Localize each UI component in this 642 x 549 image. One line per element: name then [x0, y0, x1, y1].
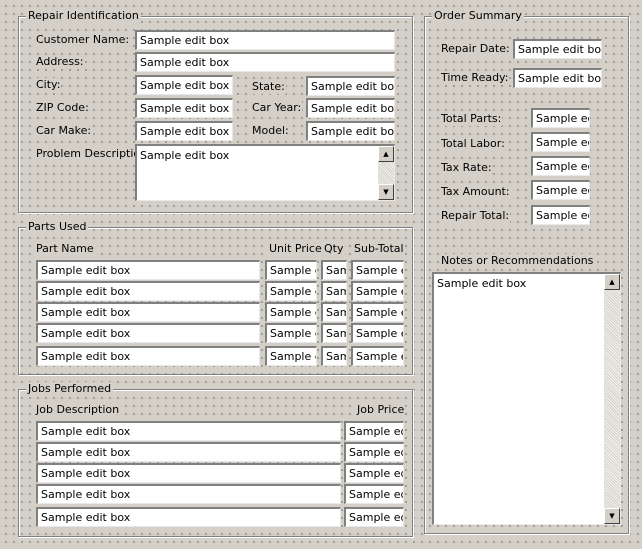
model-label: Model: — [251, 124, 290, 138]
total-parts-label: Total Parts: — [440, 112, 503, 126]
job-price-field[interactable]: Sample edit box — [344, 484, 404, 504]
tax-rate-field[interactable]: Sample edit box — [531, 156, 590, 176]
qty-field[interactable]: Sample edit box — [321, 260, 347, 280]
repair-total-field[interactable]: Sample edit box — [531, 205, 590, 225]
part-name-field[interactable]: Sample edit box — [36, 323, 260, 343]
car-make-label: Car Make: — [35, 124, 93, 138]
problem-description-field[interactable]: Sample edit box ▲ ▼ — [135, 144, 395, 201]
repair-total-label: Repair Total: — [440, 209, 511, 223]
tax-amount-label: Tax Amount: — [440, 185, 511, 199]
sub-total-field[interactable]: Sample edit box — [351, 302, 404, 322]
unit-price-field[interactable]: Sample edit box — [265, 346, 317, 366]
scroll-up-icon[interactable]: ▲ — [378, 146, 394, 162]
scroll-down-icon[interactable]: ▼ — [378, 184, 394, 200]
problem-description-text: Sample edit box — [140, 149, 230, 162]
sub-total-field[interactable]: Sample edit box — [351, 323, 404, 343]
notes-text: Sample edit box — [437, 277, 527, 290]
tax-rate-label: Tax Rate: — [440, 161, 493, 175]
job-price-field[interactable]: Sample edit box — [344, 421, 404, 441]
city-label: City: — [35, 78, 62, 92]
notes-label: Notes or Recommendations — [440, 254, 595, 268]
sub-total-column-header: Sub-Total — [353, 242, 405, 256]
time-ready-label: Time Ready: — [440, 71, 510, 85]
repair-date-field[interactable]: Sample edit box — [513, 39, 602, 59]
time-ready-field[interactable]: Sample edit box — [513, 68, 602, 88]
unit-price-field[interactable]: Sample edit box — [265, 281, 317, 301]
state-label: State: — [251, 80, 286, 94]
job-price-field[interactable]: Sample edit box — [344, 463, 404, 483]
jobs-performed-title: Jobs Performed — [26, 382, 114, 396]
zip-code-label: ZIP Code: — [35, 101, 90, 115]
total-parts-field[interactable]: Sample edit box — [531, 108, 590, 128]
part-name-column-header: Part Name — [35, 242, 95, 256]
sub-total-field[interactable]: Sample edit box — [351, 281, 404, 301]
job-description-column-header: Job Description — [35, 403, 121, 417]
unit-price-column-header: Unit Price — [268, 242, 323, 256]
total-labor-field[interactable]: Sample edit box — [531, 132, 590, 152]
unit-price-field[interactable]: Sample edit box — [265, 302, 317, 322]
notes-scrollbar[interactable]: ▲ ▼ — [604, 274, 620, 524]
job-description-field[interactable]: Sample edit box — [36, 463, 341, 483]
sub-total-field[interactable]: Sample edit box — [351, 260, 404, 280]
total-labor-label: Total Labor: — [440, 137, 506, 151]
qty-field[interactable]: Sample edit box — [321, 346, 347, 366]
part-name-field[interactable]: Sample edit box — [36, 346, 260, 366]
sub-total-field[interactable]: Sample edit box — [351, 346, 404, 366]
address-label: Address: — [35, 55, 85, 69]
customer-name-field[interactable]: Sample edit box — [135, 30, 395, 50]
job-price-field[interactable]: Sample edit box — [344, 442, 404, 462]
qty-field[interactable]: Sample edit box — [321, 302, 347, 322]
repair-date-label: Repair Date: — [440, 42, 511, 56]
job-price-column-header: Job Price — [356, 403, 406, 417]
car-make-field[interactable]: Sample edit box — [135, 121, 233, 141]
job-description-field[interactable]: Sample edit box — [36, 507, 341, 527]
customer-name-label: Customer Name: — [35, 33, 131, 47]
repair-identification-title: Repair Identification — [26, 9, 141, 23]
scroll-up-icon[interactable]: ▲ — [604, 274, 620, 290]
parts-used-title: Parts Used — [26, 220, 89, 234]
city-field[interactable]: Sample edit box — [135, 75, 233, 95]
car-year-field[interactable]: Sample edit box — [306, 98, 395, 118]
order-summary-title: Order Summary — [432, 9, 524, 23]
job-description-field[interactable]: Sample edit box — [36, 484, 341, 504]
qty-field[interactable]: Sample edit box — [321, 281, 347, 301]
scroll-down-icon[interactable]: ▼ — [604, 508, 620, 524]
part-name-field[interactable]: Sample edit box — [36, 302, 260, 322]
job-description-field[interactable]: Sample edit box — [36, 421, 341, 441]
problem-description-scrollbar[interactable]: ▲ ▼ — [378, 146, 394, 200]
tax-amount-field[interactable]: Sample edit box — [531, 180, 590, 200]
model-field[interactable]: Sample edit box — [306, 121, 395, 141]
qty-column-header: Qty — [323, 242, 345, 256]
state-field[interactable]: Sample edit box — [306, 76, 395, 96]
job-price-field[interactable]: Sample edit box — [344, 507, 404, 527]
unit-price-field[interactable]: Sample edit box — [265, 323, 317, 343]
address-field[interactable]: Sample edit box — [135, 52, 395, 72]
job-description-field[interactable]: Sample edit box — [36, 442, 341, 462]
part-name-field[interactable]: Sample edit box — [36, 281, 260, 301]
part-name-field[interactable]: Sample edit box — [36, 260, 260, 280]
zip-code-field[interactable]: Sample edit box — [135, 98, 233, 118]
unit-price-field[interactable]: Sample edit box — [265, 260, 317, 280]
car-year-label: Car Year: — [251, 101, 303, 115]
qty-field[interactable]: Sample edit box — [321, 323, 347, 343]
notes-field[interactable]: Sample edit box ▲ ▼ — [432, 272, 621, 525]
